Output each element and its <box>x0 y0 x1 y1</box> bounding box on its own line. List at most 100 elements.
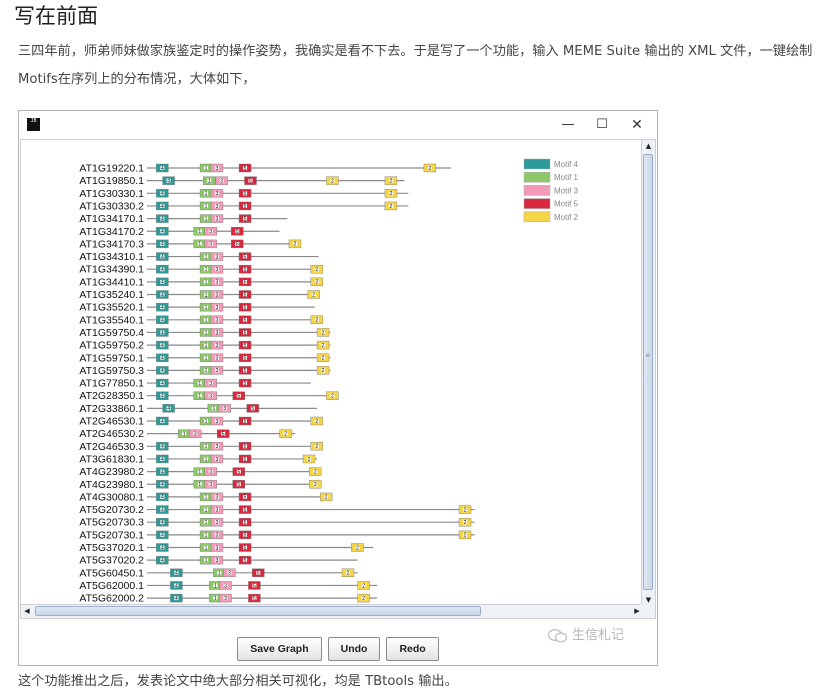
window-titlebar[interactable]: JB — ☐ ✕ <box>19 111 657 139</box>
motif-1-number: 1 <box>218 571 221 577</box>
redo-button[interactable]: Redo <box>386 637 439 661</box>
motif-2-number: 2 <box>308 457 311 463</box>
motif-5-number: 5 <box>236 242 239 248</box>
motif-4-number: 4 <box>161 305 164 311</box>
motif-4-number: 4 <box>161 457 164 463</box>
minimize-icon[interactable]: — <box>557 115 579 135</box>
motif-3-number: 3 <box>216 330 219 336</box>
motif-3-number: 3 <box>216 267 219 273</box>
motif-1-number: 1 <box>205 507 208 513</box>
legend-swatch <box>523 185 551 196</box>
motif-2-number: 2 <box>314 469 317 475</box>
scroll-up-icon[interactable]: ▲ <box>642 140 655 152</box>
motif-2-number: 2 <box>315 280 318 286</box>
motif-5-number: 5 <box>244 318 247 324</box>
sequence-label: AT1G34390.1 <box>79 264 144 276</box>
motif-3-number: 3 <box>209 469 212 475</box>
sequence-label: AT1G59750.2 <box>79 340 144 352</box>
motif-1-number: 1 <box>198 394 201 400</box>
vertical-scroll-thumb[interactable] <box>643 154 653 590</box>
sequence-label: AT5G20730.1 <box>79 529 144 541</box>
motif-3-number: 3 <box>194 431 197 437</box>
sequence-label: AT1G59750.4 <box>79 327 144 339</box>
undo-button[interactable]: Undo <box>327 637 381 661</box>
motif-3-number: 3 <box>216 495 219 501</box>
motif-1-number: 1 <box>205 444 208 450</box>
motif-1-number: 1 <box>205 356 208 362</box>
horizontal-scroll-thumb[interactable] <box>35 606 481 616</box>
motif-2-number: 2 <box>322 330 325 336</box>
motif-2-number: 2 <box>294 242 297 248</box>
legend-swatch <box>523 158 551 170</box>
motif-5-number: 5 <box>244 356 247 362</box>
motif-4-number: 4 <box>161 343 164 349</box>
motif-3-number: 3 <box>216 356 219 362</box>
sequence-label: AT1G34170.2 <box>79 226 144 238</box>
motif-1-number: 1 <box>198 469 201 475</box>
sequence-label: AT2G28350.1 <box>79 390 144 402</box>
motif-1-number: 1 <box>205 520 208 526</box>
sequence-label: AT2G46530.1 <box>79 416 144 428</box>
motif-4-number: 4 <box>161 166 164 172</box>
motif-1-number: 1 <box>214 596 217 602</box>
motif-2-number: 2 <box>356 545 359 551</box>
sequence-label: AT1G30330.1 <box>79 188 144 200</box>
motif-3-number: 3 <box>223 406 226 412</box>
motif-3-number: 3 <box>216 292 219 298</box>
sequence-label: AT5G62000.1 <box>79 580 144 592</box>
motif-2-number: 2 <box>315 267 318 273</box>
motif-3-number: 3 <box>216 419 219 425</box>
wechat-icon <box>548 628 568 643</box>
legend-label: Motif 4 <box>554 160 579 169</box>
motif-2-number: 2 <box>390 191 393 197</box>
motif-4-number: 4 <box>161 330 164 336</box>
motif-2-number: 2 <box>315 419 318 425</box>
sequence-label: AT1G59750.3 <box>79 365 144 377</box>
motif-1-number: 1 <box>198 381 201 387</box>
motif-5-number: 5 <box>244 330 247 336</box>
motif-5-number: 5 <box>244 444 247 450</box>
motif-1-number: 1 <box>205 191 208 197</box>
motif-5-number: 5 <box>257 571 260 577</box>
motif-5-number: 5 <box>244 305 247 311</box>
motif-4-number: 4 <box>175 596 178 602</box>
motif-3-number: 3 <box>216 343 219 349</box>
motif-5-number: 5 <box>244 204 247 210</box>
motif-2-number: 2 <box>362 583 365 589</box>
motif-2-number: 2 <box>315 444 318 450</box>
motif-3-number: 3 <box>216 318 219 324</box>
motif-2-number: 2 <box>314 482 317 488</box>
sequence-label: AT1G19220.1 <box>79 163 144 175</box>
motif-3-number: 3 <box>216 457 219 463</box>
motif-4-number: 4 <box>161 292 164 298</box>
motif-4-number: 4 <box>161 545 164 551</box>
motif-2-number: 2 <box>464 520 467 526</box>
sequence-label: AT1G19850.1 <box>79 175 144 187</box>
vertical-scrollbar[interactable]: ▲ ≡ ▼ <box>641 140 655 606</box>
tbtools-window: JB — ☐ ✕ AT1G19220.1 4 1 3 5 2 AT1G19850.1 4 1 3 5… <box>18 110 658 666</box>
sequence-label: AT5G20730.3 <box>79 517 144 529</box>
close-icon[interactable]: ✕ <box>626 115 648 135</box>
motif-4-number: 4 <box>161 216 164 222</box>
motif-1-number: 1 <box>205 292 208 298</box>
motif-4-number: 4 <box>161 482 164 488</box>
sequence-label: AT5G37020.2 <box>79 555 144 567</box>
motif-4-number: 4 <box>175 571 178 577</box>
sequence-label: AT1G34170.1 <box>79 213 144 225</box>
motif-4-number: 4 <box>161 356 164 362</box>
watermark-text: 生信札记 <box>572 628 625 643</box>
motif-5-number: 5 <box>244 520 247 526</box>
motif-4-number: 4 <box>161 394 164 400</box>
motif-pattern-chart: AT1G19220.1 4 1 3 5 2AT1G19850.1 4 1 3 5 2 2AT1G303… <box>79 158 579 606</box>
motif-5-number: 5 <box>244 381 247 387</box>
motif-3-number: 3 <box>216 520 219 526</box>
maximize-icon[interactable]: ☐ <box>591 115 613 135</box>
save-graph-button[interactable]: Save Graph <box>237 637 322 661</box>
motif-1-number: 1 <box>214 583 217 589</box>
horizontal-scrollbar[interactable]: ◀ ▶ <box>21 604 643 618</box>
motif-3-number: 3 <box>209 394 212 400</box>
motif-5-number: 5 <box>237 482 240 488</box>
motif-2-number: 2 <box>347 571 350 577</box>
motif-1-number: 1 <box>205 166 208 172</box>
scroll-left-icon[interactable]: ◀ <box>21 605 33 618</box>
